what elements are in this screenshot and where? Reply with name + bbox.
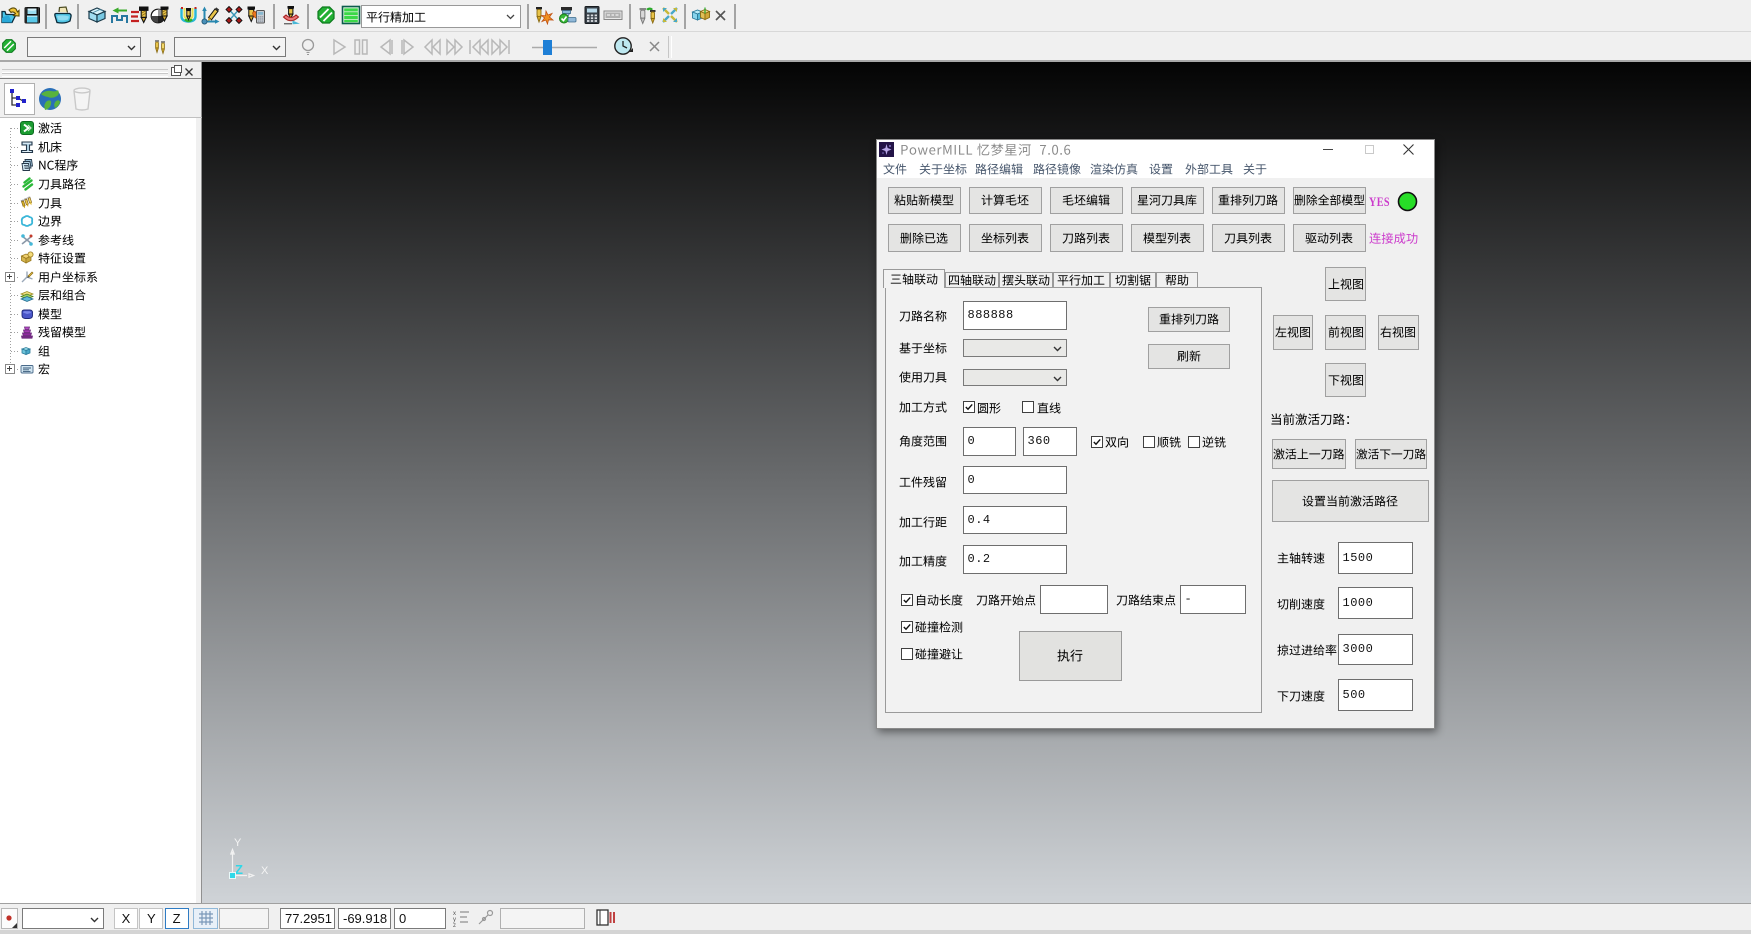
svg-text:Z: Z [235,862,243,877]
svg-text:z: z [453,923,456,927]
svg-text:Y: Y [234,837,242,849]
svg-text:X: X [261,865,269,877]
